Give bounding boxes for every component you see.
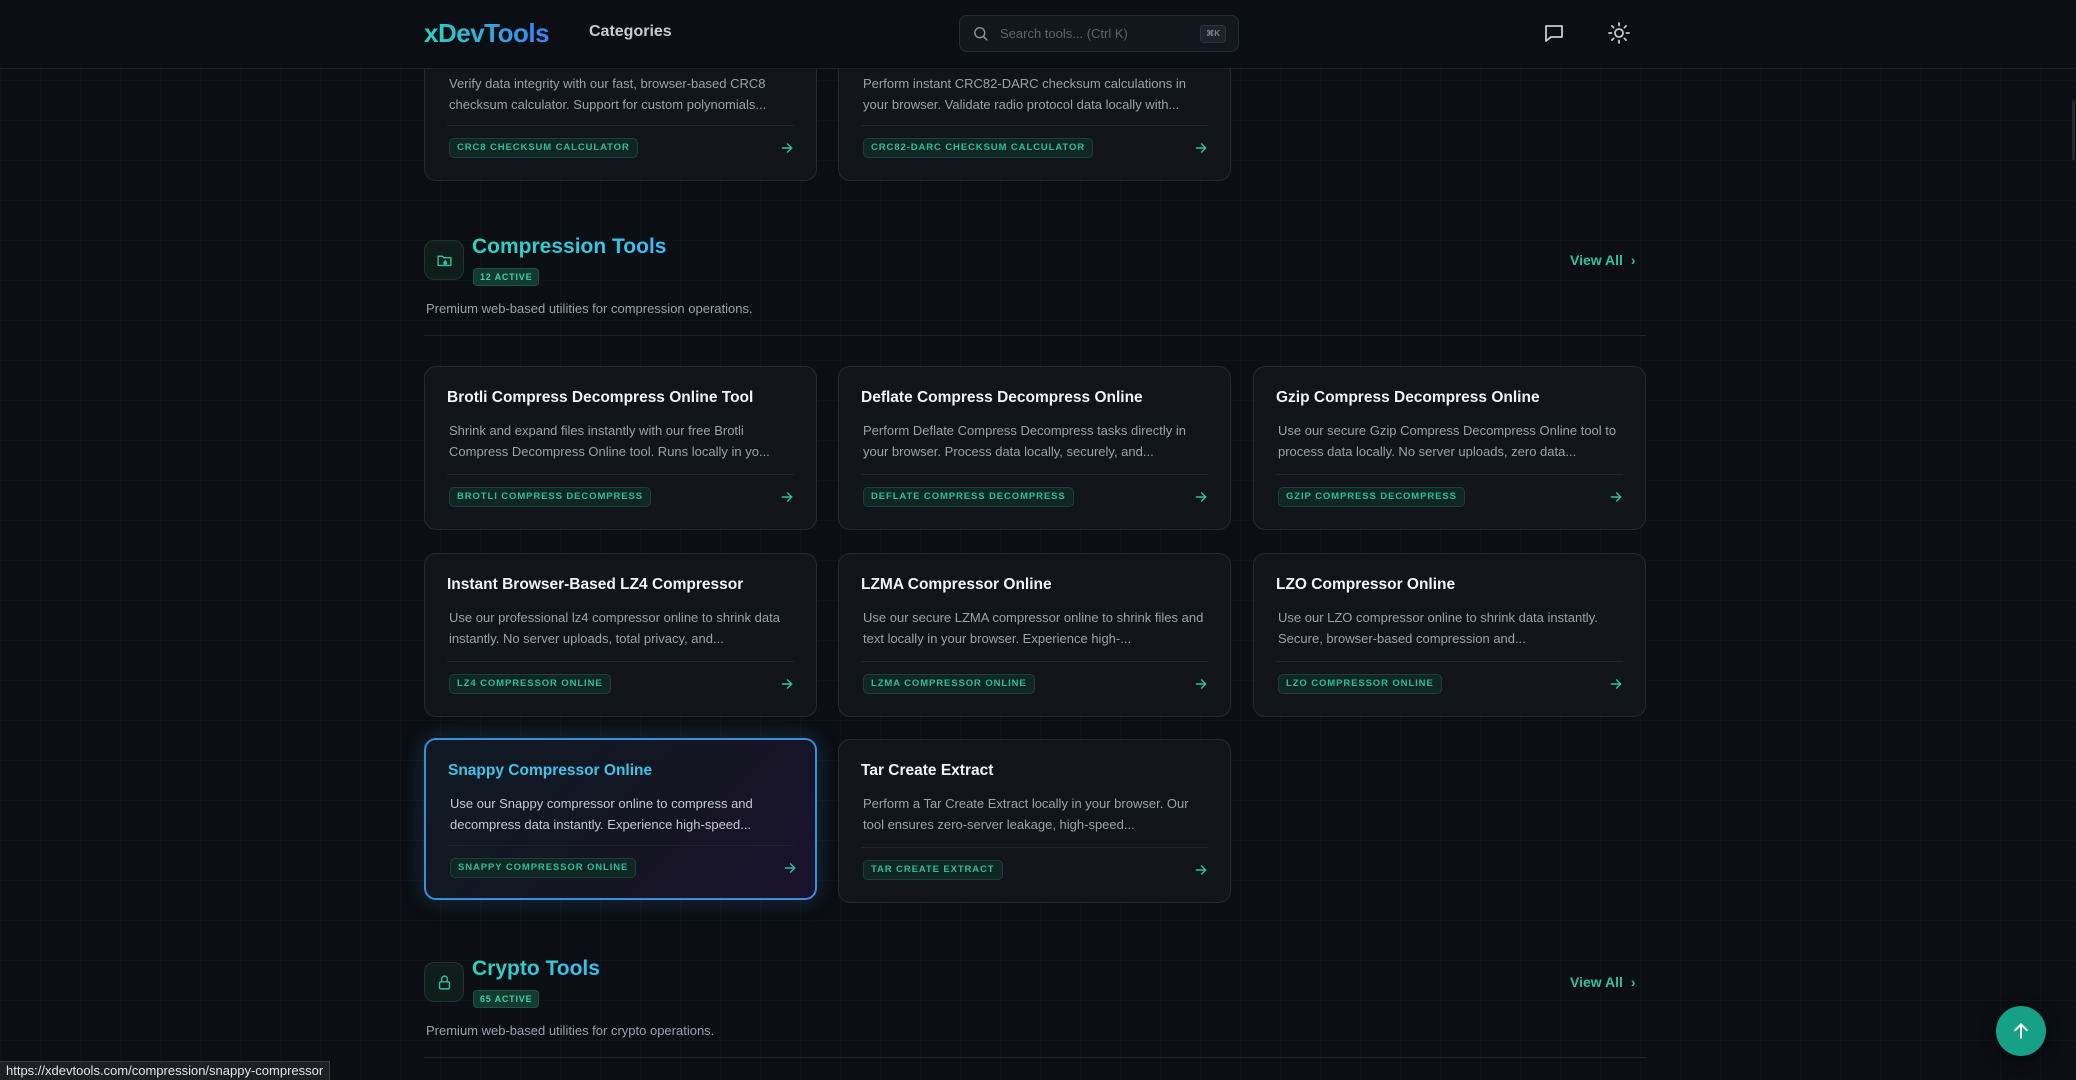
- card-divider: [861, 474, 1208, 475]
- tool-card-gzip[interactable]: Gzip Compress Decompress Online Use our …: [1253, 366, 1646, 530]
- search-shortcut-badge: ⌘K: [1200, 25, 1226, 43]
- card-title: LZMA Compressor Online: [861, 576, 1052, 593]
- category-title-crypto: Crypto Tools: [472, 957, 600, 980]
- tool-card-brotli[interactable]: Brotli Compress Decompress Online Tool S…: [424, 366, 817, 530]
- tool-card-deflate[interactable]: Deflate Compress Decompress Online Perfo…: [838, 366, 1231, 530]
- card-description: Verify data integrity with our fast, bro…: [449, 76, 767, 112]
- card-tag: CRC8 CHECKSUM CALCULATOR: [449, 138, 638, 158]
- tool-card-lz4[interactable]: Instant Browser-Based LZ4 Compressor Use…: [424, 553, 817, 717]
- card-title: Gzip Compress Decompress Online: [1276, 389, 1540, 406]
- card-divider: [861, 661, 1208, 662]
- top-navbar: xDevTools Categories Search tools... (Ct…: [0, 0, 2076, 69]
- card-divider: [448, 845, 793, 846]
- card-tag: TAR CREATE EXTRACT: [863, 860, 1003, 880]
- arrow-up-icon: [2014, 1023, 2028, 1039]
- section-divider: [424, 335, 1646, 336]
- tool-card-lzo[interactable]: LZO Compressor Online Use our LZO compre…: [1253, 553, 1646, 717]
- arrow-right-icon: [781, 492, 793, 502]
- arrow-right-icon: [784, 863, 796, 873]
- category-icon-compression: [424, 240, 464, 280]
- tool-card-snappy[interactable]: Snappy Compressor Online Use our Snappy …: [424, 738, 817, 900]
- arrow-right-icon: [1195, 679, 1207, 689]
- arrow-right-icon: [781, 679, 793, 689]
- card-divider: [861, 847, 1208, 848]
- arrow-right-icon: [1195, 865, 1207, 875]
- lock-icon: [438, 975, 451, 990]
- search-input[interactable]: Search tools... (Ctrl K) ⌘K: [959, 15, 1239, 52]
- tool-card-lzma[interactable]: LZMA Compressor Online Use our secure LZ…: [838, 553, 1231, 717]
- search-placeholder: Search tools... (Ctrl K): [1000, 26, 1128, 41]
- card-title: LZO Compressor Online: [1276, 576, 1456, 593]
- card-tag: CRC82-DARC CHECKSUM CALCULATOR: [863, 138, 1094, 158]
- card-divider: [861, 125, 1208, 126]
- card-tag: LZ4 COMPRESSOR ONLINE: [449, 674, 611, 694]
- folder-archive-icon: [437, 255, 452, 267]
- card-description: Shrink and expand files instantly with o…: [449, 423, 770, 459]
- search-icon: [974, 27, 988, 41]
- status-bar-url: https://xdevtools.com/compression/snappy…: [0, 1061, 331, 1080]
- card-tag: DEFLATE COMPRESS DECOMPRESS: [863, 487, 1074, 507]
- card-divider: [447, 661, 794, 662]
- card-tag: GZIP COMPRESS DECOMPRESS: [1278, 487, 1465, 507]
- view-all-label: View All: [1570, 974, 1623, 990]
- arrow-right-icon: [1195, 143, 1207, 153]
- card-divider: [447, 474, 794, 475]
- category-icon-crypto: [424, 962, 464, 1002]
- card-description: Perform a Tar Create Extract locally in …: [863, 796, 1189, 832]
- chevron-right-icon: ›: [1630, 252, 1636, 268]
- card-divider: [1276, 474, 1623, 475]
- card-divider: [1276, 661, 1623, 662]
- arrow-right-icon: [1195, 492, 1207, 502]
- card-divider: [447, 125, 794, 126]
- card-description: Use our professional lz4 compressor onli…: [449, 610, 780, 646]
- card-description: Use our secure Gzip Compress Decompress …: [1278, 423, 1617, 459]
- card-title: Snappy Compressor Online: [448, 762, 653, 779]
- section-divider: [424, 1057, 1646, 1058]
- card-title: Tar Create Extract: [861, 762, 994, 779]
- nav-categories-link[interactable]: Categories: [589, 23, 672, 41]
- card-title: Instant Browser-Based LZ4 Compressor: [447, 576, 744, 593]
- card-description: Perform instant CRC82-DARC checksum calc…: [863, 76, 1186, 112]
- card-description: Use our LZO compressor online to shrink …: [1278, 610, 1598, 646]
- category-title-compression: Compression Tools: [472, 235, 667, 258]
- card-description: Use our Snappy compressor online to comp…: [450, 796, 753, 832]
- arrow-right-icon: [781, 143, 793, 153]
- view-all-compression-link[interactable]: View All ›: [1570, 252, 1636, 268]
- sun-icon[interactable]: [1607, 21, 1631, 45]
- chevron-right-icon: ›: [1630, 974, 1636, 990]
- card-tag: BROTLI COMPRESS DECOMPRESS: [449, 487, 651, 507]
- scroll-to-top-button[interactable]: [1996, 1006, 2046, 1056]
- arrow-right-icon: [1610, 679, 1622, 689]
- message-square-icon[interactable]: [1542, 21, 1566, 45]
- view-all-label: View All: [1570, 252, 1623, 268]
- card-tag: LZO COMPRESSOR ONLINE: [1278, 674, 1442, 694]
- site-logo[interactable]: xDevTools: [424, 18, 550, 49]
- card-title: Deflate Compress Decompress Online: [861, 389, 1143, 406]
- scrollbar-thumb[interactable]: [2072, 100, 2075, 160]
- active-count-badge: 65 ACTIVE: [473, 990, 540, 1008]
- card-description: Use our secure LZMA compressor online to…: [863, 610, 1204, 646]
- card-tag: LZMA COMPRESSOR ONLINE: [863, 674, 1035, 694]
- view-all-crypto-link[interactable]: View All ›: [1570, 974, 1636, 990]
- active-count-badge: 12 ACTIVE: [473, 268, 540, 286]
- arrow-right-icon: [1610, 492, 1622, 502]
- card-title: Brotli Compress Decompress Online Tool: [447, 389, 754, 406]
- category-description: Premium web-based utilities for compress…: [426, 301, 753, 316]
- tool-card-tar[interactable]: Tar Create Extract Perform a Tar Create …: [838, 739, 1231, 903]
- card-tag: SNAPPY COMPRESSOR ONLINE: [450, 858, 637, 878]
- card-description: Perform Deflate Compress Decompress task…: [863, 423, 1186, 459]
- category-description: Premium web-based utilities for crypto o…: [426, 1023, 715, 1038]
